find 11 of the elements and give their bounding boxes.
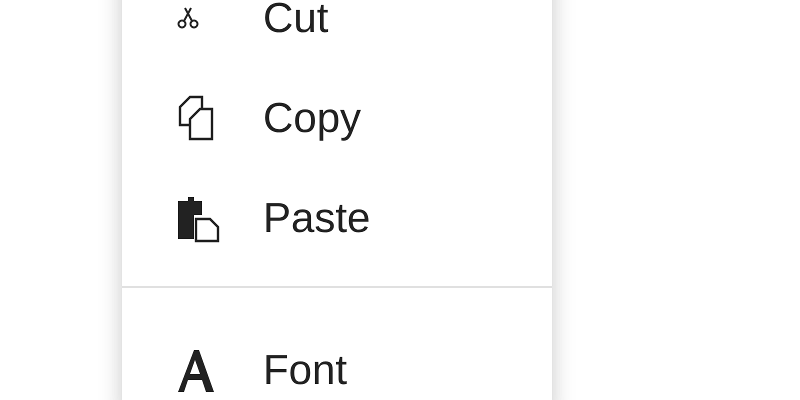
- menu-item[interactable]: Copy: [122, 68, 552, 168]
- scissors-icon: [176, 7, 200, 29]
- menu-item[interactable]: Paste: [122, 168, 552, 268]
- menu-item-label: Copy: [263, 94, 362, 142]
- menu-item-label: Paste: [263, 194, 370, 242]
- font-icon: [176, 348, 216, 392]
- menu-item-label: Font: [263, 346, 348, 394]
- copy-icon: [176, 95, 216, 141]
- menu-item-label: Cut: [263, 0, 328, 42]
- menu-item[interactable]: Cut: [122, 0, 552, 68]
- menu-item[interactable]: Font: [122, 320, 552, 400]
